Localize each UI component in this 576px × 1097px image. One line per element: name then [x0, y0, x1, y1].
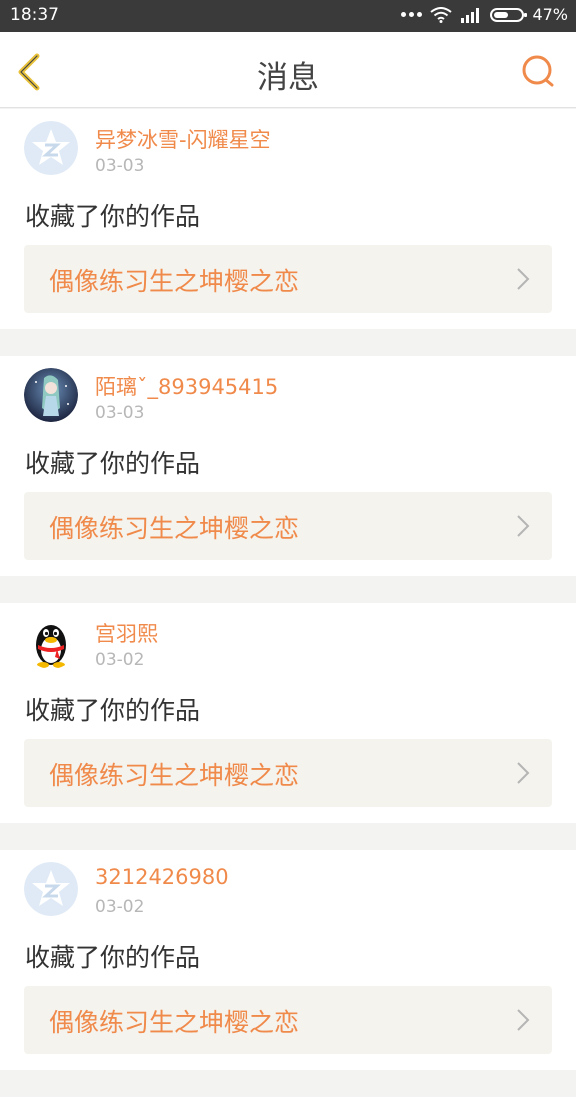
qzone-star-avatar-icon	[24, 862, 78, 916]
top-nav-bar: 消息	[0, 32, 576, 108]
message-action-text: 收藏了你的作品	[25, 696, 201, 725]
page-title: 消息	[257, 60, 319, 96]
chevron-right-icon	[517, 515, 530, 537]
battery-icon	[490, 7, 528, 22]
avatar[interactable]	[24, 368, 78, 422]
anime-girl-avatar-icon	[24, 368, 78, 422]
battery-percent: 47%	[532, 5, 568, 24]
message-action-text: 收藏了你的作品	[25, 202, 201, 231]
message-card: 陌璃ˇ_893945415 03-03 收藏了你的作品 偶像练习生之坤樱之恋	[0, 356, 576, 576]
status-time: 18:37	[10, 5, 59, 25]
signal-icon	[461, 7, 480, 23]
status-icons: 47%	[401, 5, 568, 24]
work-link[interactable]: 偶像练习生之坤樱之恋	[24, 739, 552, 807]
message-date: 03-03	[95, 403, 145, 423]
qq-penguin-avatar-icon	[24, 615, 78, 669]
chevron-right-icon	[517, 762, 530, 784]
status-bar: 18:37 47%	[0, 0, 576, 32]
more-dots-icon	[401, 12, 423, 17]
message-list: 异梦冰雪-闪耀星空 03-03 收藏了你的作品 偶像练习生之坤樱之恋 陌璃ˇ_8…	[0, 109, 576, 1097]
message-date: 03-02	[95, 650, 145, 670]
work-title: 偶像练习生之坤樱之恋	[49, 761, 300, 790]
message-card: 宫羽熙 03-02 收藏了你的作品 偶像练习生之坤樱之恋	[0, 603, 576, 823]
message-action-text: 收藏了你的作品	[25, 449, 201, 478]
wifi-icon	[430, 6, 453, 23]
sender-name[interactable]: 陌璃ˇ_893945415	[95, 371, 278, 401]
message-card: 3212426980 03-02 收藏了你的作品 偶像练习生之坤樱之恋	[0, 850, 576, 1070]
chevron-right-icon	[517, 268, 530, 290]
work-link[interactable]: 偶像练习生之坤樱之恋	[24, 245, 552, 313]
message-date: 03-03	[95, 156, 145, 176]
avatar[interactable]	[24, 615, 78, 669]
sender-name[interactable]: 异梦冰雪-闪耀星空	[95, 124, 271, 154]
avatar[interactable]	[24, 862, 78, 916]
message-date: 03-02	[95, 897, 145, 917]
sender-name[interactable]: 3212426980	[95, 865, 229, 889]
qzone-star-avatar-icon	[24, 121, 78, 175]
work-link[interactable]: 偶像练习生之坤樱之恋	[24, 986, 552, 1054]
chevron-right-icon	[517, 1009, 530, 1031]
search-icon[interactable]	[520, 54, 556, 90]
sender-name[interactable]: 宫羽熙	[95, 618, 158, 648]
avatar[interactable]	[24, 121, 78, 175]
work-title: 偶像练习生之坤樱之恋	[49, 267, 300, 296]
work-title: 偶像练习生之坤樱之恋	[49, 1008, 300, 1037]
work-link[interactable]: 偶像练习生之坤樱之恋	[24, 492, 552, 560]
work-title: 偶像练习生之坤樱之恋	[49, 514, 300, 543]
message-card: 异梦冰雪-闪耀星空 03-03 收藏了你的作品 偶像练习生之坤樱之恋	[0, 109, 576, 329]
message-action-text: 收藏了你的作品	[25, 943, 201, 972]
